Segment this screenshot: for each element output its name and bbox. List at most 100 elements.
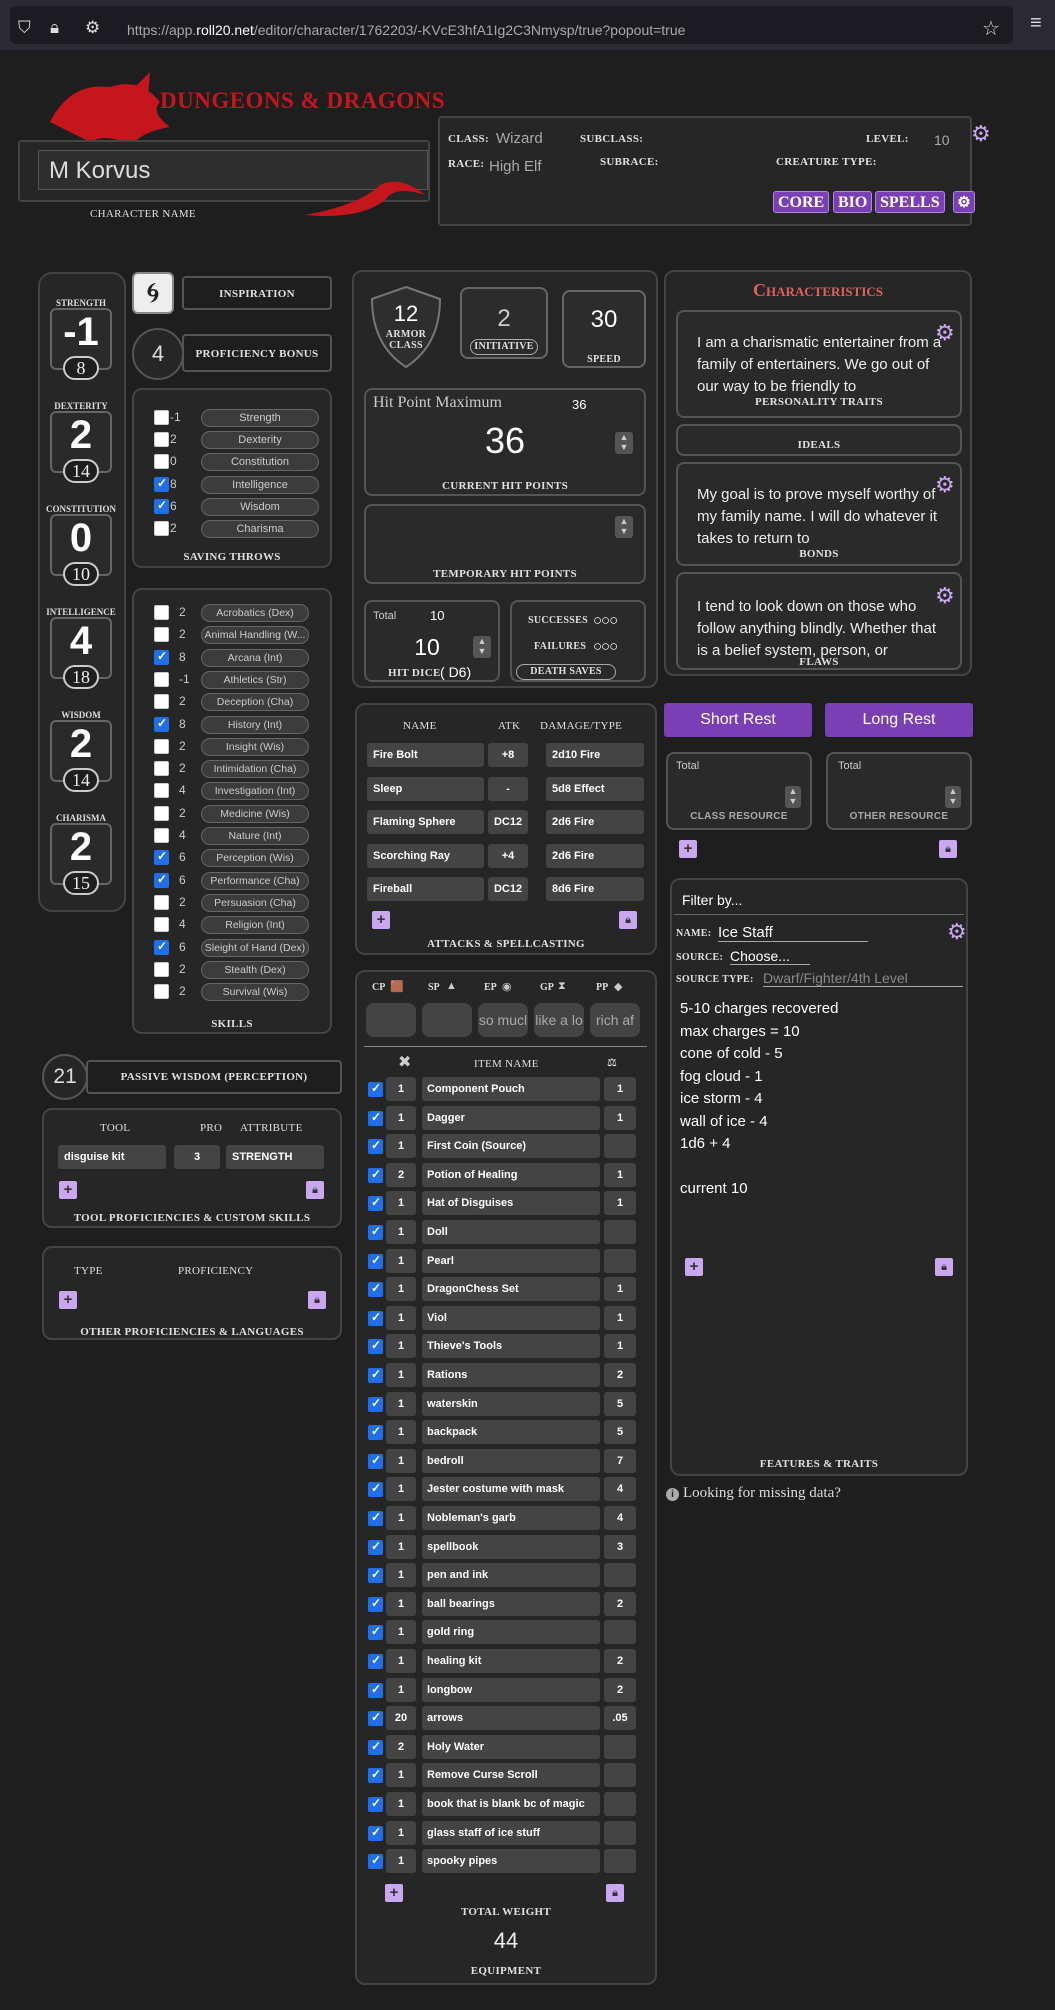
initiative-value[interactable]: 2 — [460, 305, 548, 333]
currency-gp-input[interactable]: like a lo — [534, 1003, 584, 1037]
class-value[interactable]: Wizard — [496, 130, 543, 147]
skill-item[interactable]: Intimidation (Cha) — [201, 760, 309, 779]
item-equipped-checkbox[interactable] — [368, 1796, 383, 1812]
item-weight[interactable]: .05 — [604, 1706, 636, 1731]
item-equipped-checkbox[interactable] — [368, 1453, 383, 1469]
currency-sp-input[interactable] — [422, 1003, 472, 1037]
skill-checkbox[interactable] — [154, 849, 169, 866]
item-name[interactable]: Remove Curse Scroll — [422, 1763, 600, 1788]
item-name[interactable]: Pearl — [422, 1248, 600, 1273]
attack-damage[interactable]: 2d6 Fire — [546, 810, 644, 834]
flaws-text[interactable]: I tend to look down on those who follow … — [697, 596, 942, 658]
ability-modifier[interactable]: 2 — [42, 413, 120, 457]
attack-bonus[interactable]: +8 — [488, 743, 528, 767]
item-weight[interactable] — [604, 1792, 636, 1816]
item-name[interactable]: spellbook — [422, 1534, 600, 1559]
item-quantity[interactable]: 1 — [386, 1820, 416, 1845]
item-weight[interactable]: 2 — [604, 1677, 636, 1702]
item-name[interactable]: ball bearings — [422, 1591, 600, 1616]
item-weight[interactable]: 1 — [604, 1305, 636, 1330]
item-quantity[interactable]: 1 — [386, 1391, 416, 1416]
skill-item[interactable]: Persuasion (Cha) — [201, 893, 309, 912]
skill-checkbox[interactable] — [154, 805, 169, 821]
features-lock-icon[interactable]: 🔒︎ — [935, 1258, 953, 1276]
long-rest-button[interactable]: Long Rest — [825, 703, 973, 737]
skill-item[interactable]: History (Int) — [201, 715, 309, 734]
url-text[interactable]: https://app.roll20.net/editor/character/… — [127, 22, 685, 38]
attack-damage[interactable]: 5d8 Effect — [546, 776, 644, 801]
skill-checkbox[interactable] — [154, 671, 169, 687]
equipment-lock-icon[interactable]: 🔒︎ — [606, 1884, 624, 1902]
skill-item[interactable]: Deception (Cha) — [201, 693, 309, 712]
save-checkbox-strength[interactable] — [154, 410, 169, 425]
attack-bonus[interactable]: DC12 — [488, 877, 528, 901]
item-equipped-checkbox[interactable] — [368, 1710, 383, 1727]
item-weight[interactable] — [604, 1820, 636, 1845]
item-weight[interactable]: 1 — [604, 1162, 636, 1187]
item-equipped-checkbox[interactable] — [368, 1653, 383, 1669]
item-equipped-checkbox[interactable] — [368, 1224, 383, 1240]
save-checkbox-constitution[interactable] — [154, 454, 169, 470]
ability-modifier[interactable]: -1 — [42, 310, 120, 354]
add-item-button[interactable]: + — [385, 1884, 403, 1902]
feature-name-input[interactable]: Ice Staff — [718, 924, 868, 942]
skill-item[interactable]: Acrobatics (Dex) — [201, 604, 309, 622]
item-quantity[interactable]: 1 — [386, 1477, 416, 1502]
item-weight[interactable]: 5 — [604, 1391, 636, 1416]
item-quantity[interactable]: 2 — [386, 1162, 416, 1187]
attack-bonus[interactable]: - — [488, 776, 528, 801]
item-weight[interactable] — [604, 1248, 636, 1273]
currency-ep-input[interactable]: so mucl — [478, 1003, 528, 1037]
item-quantity[interactable]: 1 — [386, 1763, 416, 1788]
item-quantity[interactable]: 1 — [386, 1105, 416, 1130]
ability-score[interactable]: 18 — [63, 665, 99, 689]
item-quantity[interactable]: 1 — [386, 1077, 416, 1101]
item-weight[interactable]: 1 — [604, 1105, 636, 1130]
hp-stepper[interactable]: ▲ ▼ — [615, 432, 633, 454]
attack-damage[interactable]: 8d6 Fire — [546, 877, 644, 901]
item-equipped-checkbox[interactable] — [368, 1853, 383, 1870]
permissions-icon[interactable]: ⚙ — [85, 18, 100, 38]
level-value[interactable]: 10 — [934, 132, 950, 148]
header-settings-gear-icon[interactable]: ⚙ — [971, 123, 991, 145]
item-equipped-checkbox[interactable] — [368, 1825, 383, 1841]
shield-icon[interactable]: ⛉ — [18, 18, 31, 38]
skill-checkbox[interactable] — [154, 605, 169, 620]
item-quantity[interactable]: 1 — [386, 1305, 416, 1330]
currency-cp-input[interactable] — [366, 1003, 416, 1037]
hd-total-value[interactable]: 10 — [430, 608, 444, 623]
feature-description[interactable]: 5-10 charges recovered max charges = 10 co… — [680, 998, 968, 1246]
item-equipped-checkbox[interactable] — [368, 1167, 383, 1183]
save-checkbox-dexterity[interactable] — [154, 432, 169, 448]
item-equipped-checkbox[interactable] — [368, 1195, 383, 1212]
item-quantity[interactable]: 2 — [386, 1734, 416, 1759]
item-weight[interactable]: 1 — [604, 1077, 636, 1101]
menu-icon[interactable]: ≡ — [1030, 12, 1042, 35]
item-quantity[interactable]: 1 — [386, 1506, 416, 1530]
item-name[interactable]: Hat of Disguises — [422, 1191, 600, 1216]
item-name[interactable]: pen and ink — [422, 1563, 600, 1588]
item-name[interactable]: Viol — [422, 1305, 600, 1330]
item-name[interactable]: Nobleman's garb — [422, 1506, 600, 1530]
item-name[interactable]: waterskin — [422, 1391, 600, 1416]
success-circles[interactable]: ○○○ — [593, 612, 618, 629]
item-weight[interactable] — [604, 1763, 636, 1788]
missing-data-link[interactable]: Looking for missing data? — [683, 1485, 841, 1502]
currency-pp-input[interactable]: rich af — [590, 1003, 640, 1037]
skill-item[interactable]: Medicine (Wis) — [201, 804, 309, 823]
item-quantity[interactable]: 1 — [386, 1277, 416, 1302]
tools-lock-icon[interactable]: 🔒︎ — [306, 1181, 324, 1199]
attack-name[interactable]: Scorching Ray — [367, 843, 484, 868]
skill-checkbox[interactable] — [154, 984, 169, 1000]
item-weight[interactable]: 1 — [604, 1277, 636, 1302]
skill-checkbox[interactable] — [154, 694, 169, 710]
personality-traits-text[interactable]: I am a charismatic entertainer from a fa… — [697, 332, 942, 398]
item-quantity[interactable]: 1 — [386, 1448, 416, 1473]
filter-input[interactable]: Filter by... — [682, 892, 742, 908]
item-weight[interactable] — [604, 1620, 636, 1645]
item-weight[interactable]: 3 — [604, 1534, 636, 1559]
item-equipped-checkbox[interactable] — [368, 1682, 383, 1698]
item-weight[interactable] — [604, 1849, 636, 1874]
skill-item[interactable]: Performance (Cha) — [201, 871, 309, 890]
ability-modifier[interactable]: 4 — [42, 619, 120, 663]
